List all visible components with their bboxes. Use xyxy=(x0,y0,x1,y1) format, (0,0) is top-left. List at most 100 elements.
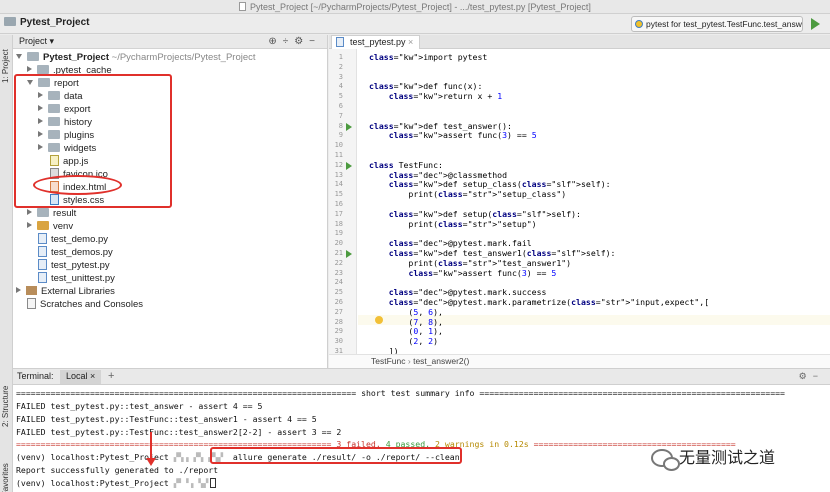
tree-item-test-demo[interactable]: test_demo.py xyxy=(38,233,108,246)
tool-tab-favorites[interactable]: 2: Favorites xyxy=(1,453,12,492)
result-time: in 0.12s xyxy=(489,439,529,449)
terminal-tools[interactable]: ⚙− xyxy=(799,369,824,384)
run-gutter-icon[interactable] xyxy=(346,250,352,258)
code-line: class="kw">def test_answer(): xyxy=(369,120,512,131)
terminal-tab-label: Local xyxy=(66,371,88,381)
line-number: 15 xyxy=(334,190,343,199)
run-configuration-select[interactable]: pytest for test_pytest.TestFunc.test_ans… xyxy=(631,16,803,32)
library-icon xyxy=(26,286,37,295)
summary-line: ========================================… xyxy=(16,388,785,398)
left-tool-strip: 1: Project 2: Structure 2: Favorites xyxy=(0,35,13,492)
run-icon[interactable] xyxy=(811,18,820,30)
line-number: 27 xyxy=(334,307,343,316)
annotation-arrow-line xyxy=(150,432,152,460)
tree-root-label: Pytest_Project xyxy=(43,52,110,63)
watermark: 无量测试之道 xyxy=(651,444,821,471)
line-number: 26 xyxy=(334,298,343,306)
tree-item-label: test_unittest.py xyxy=(51,273,115,284)
terminal-prompt: (venv) localhost:Pytest_Project xyxy=(16,478,169,488)
code-line: class="dec">@pytest.mark.fail xyxy=(388,238,532,249)
wechat-icon xyxy=(651,449,680,471)
code-editor: test_pytest.py × 1 2 3 4 5 6 7 8 9 10 11 12 13 14 15 16… xyxy=(329,35,830,368)
lightbulb-icon[interactable] xyxy=(375,316,383,324)
tree-root[interactable]: Pytest_Project ~/PycharmProjects/Pytest_… xyxy=(16,51,256,64)
code-line: class="kw">def func(x): xyxy=(369,81,483,92)
line-number: 2 xyxy=(338,62,343,71)
folder-icon xyxy=(37,221,49,230)
line-number: 28 xyxy=(334,317,343,326)
tree-item-result[interactable]: result xyxy=(27,207,76,220)
run-gutter-icon[interactable] xyxy=(346,122,352,131)
tool-tab-structure[interactable]: 2: Structure xyxy=(1,375,12,427)
nav-project-label: Pytest_Project xyxy=(20,17,90,28)
code-line: class="kw">import pytest xyxy=(369,52,488,62)
line-number: 5 xyxy=(338,92,343,101)
tree-root-path: ~/PycharmProjects/Pytest_Project xyxy=(111,52,256,63)
project-panel-title[interactable]: Project xyxy=(19,36,47,46)
line-number: 14 xyxy=(334,180,343,189)
python-file-icon xyxy=(38,259,47,270)
line-number: 6 xyxy=(338,102,343,110)
tree-item-label: Scratches and Consoles xyxy=(40,299,143,310)
editor-tab-label: test_pytest.py xyxy=(350,37,406,47)
window-title: Pytest_Project [~/PycharmProjects/Pytest… xyxy=(250,2,591,12)
python-icon xyxy=(635,20,643,28)
tree-item-test-unittest[interactable]: test_unittest.py xyxy=(38,272,115,285)
tree-item-test-demos[interactable]: test_demos.py xyxy=(38,246,113,259)
tree-item-venv[interactable]: venv xyxy=(27,220,73,233)
code-area[interactable]: class="kw">import pytest class="kw">def f… xyxy=(369,49,830,356)
terminal-tab-local[interactable]: Local × xyxy=(60,370,102,384)
chevron-down-icon[interactable] xyxy=(16,54,22,59)
terminal-output[interactable]: ========================================… xyxy=(13,385,830,492)
watermark-label: 无量测试之道 xyxy=(679,450,776,467)
code-line: class="kw">def setup(class="slf">self): xyxy=(388,208,581,219)
project-panel-tools[interactable]: ⊕÷⚙− xyxy=(268,35,321,48)
nav-project[interactable]: Pytest_Project xyxy=(4,17,89,28)
tree-item-external-libraries[interactable]: External Libraries xyxy=(16,285,115,298)
line-number: 21 xyxy=(334,249,343,257)
tree-item-label: External Libraries xyxy=(41,286,115,297)
code-line: class="dec">@classmethod xyxy=(388,169,508,180)
line-number: 1 xyxy=(338,53,343,61)
line-number: 18 xyxy=(334,219,343,228)
breadcrumb-item[interactable]: test_answer2() xyxy=(413,356,469,366)
close-icon[interactable]: × xyxy=(408,37,413,47)
document-icon xyxy=(239,2,247,11)
editor-gutter: 1 2 3 4 5 6 7 8 9 10 11 12 13 14 15 16 17 18 19 20 21 22 23 24 2… xyxy=(329,49,357,355)
chevron-right-icon[interactable] xyxy=(27,209,32,215)
python-file-icon xyxy=(38,233,47,244)
editor-tab-bar: test_pytest.py × xyxy=(329,35,830,49)
line-number: 17 xyxy=(334,209,343,218)
line-number: 24 xyxy=(334,278,343,287)
terminal-header: Terminal: Local × + ⚙− xyxy=(13,368,830,385)
tree-item-label: test_pytest.py xyxy=(51,260,110,271)
code-line: class TestFunc: xyxy=(369,159,443,170)
terminal-label: Terminal: xyxy=(17,371,54,381)
code-line: (0, 1), xyxy=(369,326,443,337)
tree-item-test-pytest[interactable]: test_pytest.py xyxy=(38,259,110,272)
tool-tab-project[interactable]: 1: Project xyxy=(1,41,12,83)
code-line: class="kw">assert func(3) == 5 xyxy=(388,130,537,141)
line-number: 20 xyxy=(334,239,343,248)
editor-tab-test-pytest[interactable]: test_pytest.py × xyxy=(331,35,421,49)
annotation-arrow-head xyxy=(146,458,156,466)
code-line: (2, 2) xyxy=(369,336,439,347)
code-line: class="dec">@pytest.mark.success xyxy=(388,287,547,298)
chevron-right-icon[interactable] xyxy=(27,66,32,72)
breadcrumb-item[interactable]: TestFunc xyxy=(371,356,406,366)
line-number: 3 xyxy=(338,72,343,81)
chevron-right-icon[interactable] xyxy=(16,287,21,293)
failure-line: FAILED test_pytest.py::test_answer - ass… xyxy=(16,401,263,411)
window-titlebar: Pytest_Project [~/PycharmProjects/Pytest… xyxy=(0,0,830,14)
tree-item-scratches[interactable]: Scratches and Consoles xyxy=(27,298,143,311)
line-number: 7 xyxy=(338,111,343,120)
run-gutter-icon[interactable] xyxy=(346,161,352,170)
chevron-right-icon[interactable] xyxy=(27,222,32,228)
code-line: class="dec">@pytest.mark.parametrize(cla… xyxy=(388,297,710,307)
code-line: class="kw">def test_answer1(class="slf">… xyxy=(388,248,616,258)
line-number: 25 xyxy=(334,288,343,297)
line-number: 16 xyxy=(334,200,343,208)
add-icon[interactable]: + xyxy=(108,369,114,384)
code-line: print(class="str">"test_answer1") xyxy=(369,257,572,268)
output-line: Report successfully generated to ./repor… xyxy=(16,465,219,475)
